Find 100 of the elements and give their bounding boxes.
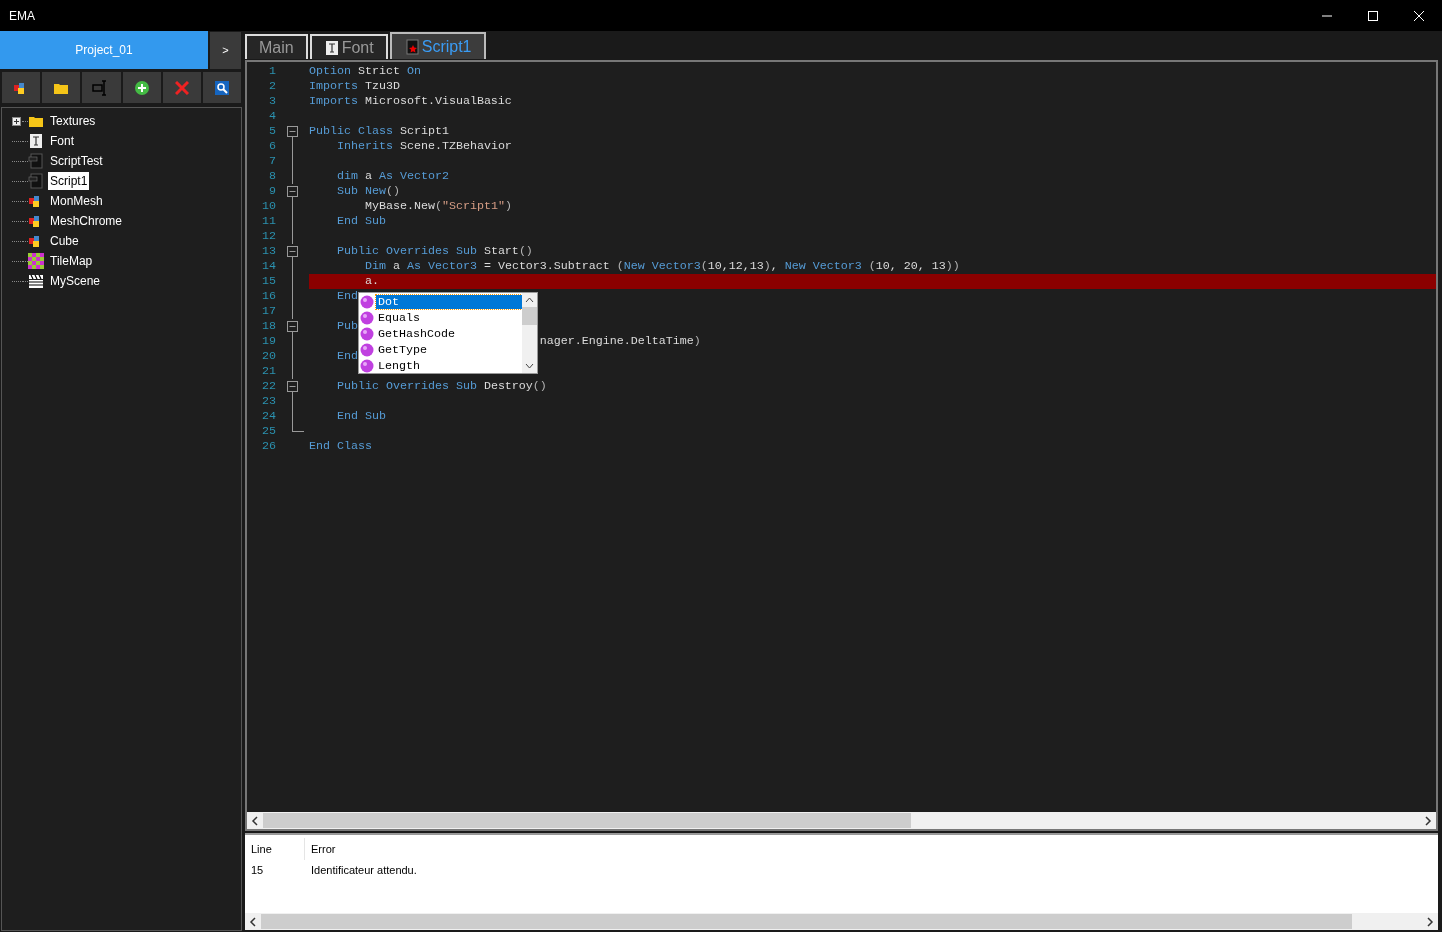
code-line: Dim a As Vector3 = Vector3.Subtract (New Vector3(10,12,13), New Vector3 (10, 20, 13)) <box>363 259 960 274</box>
tree-item[interactable]: Cube <box>48 232 81 250</box>
code-line: Public Overrides Sub Destroy() <box>335 379 547 394</box>
horizontal-scrollbar[interactable] <box>245 913 1438 930</box>
close-icon <box>1414 10 1424 21</box>
line-number: 25 <box>261 424 276 439</box>
method-icon <box>360 295 374 309</box>
window-title: EMA <box>9 7 35 25</box>
table-cell-text: 15 <box>250 862 265 878</box>
collapse-icon[interactable] <box>287 126 298 137</box>
collapse-icon[interactable] <box>287 186 298 197</box>
code-line: Sub New() <box>335 184 400 199</box>
autocomplete-item[interactable]: GetHashCode <box>376 327 522 341</box>
maximize-icon <box>1368 10 1378 21</box>
code-line: dim a As Vector2 <box>335 169 449 184</box>
delete-icon <box>174 80 189 95</box>
tree-item[interactable]: MyScene <box>48 272 103 290</box>
line-number: 15 <box>261 274 276 289</box>
editor-tab[interactable]: Font <box>309 34 388 59</box>
add-mesh-button[interactable] <box>2 72 41 103</box>
code-line: End <box>335 289 358 304</box>
scroll-right-icon[interactable] <box>1424 815 1432 826</box>
code-line: End Sub <box>335 214 386 229</box>
tree-item[interactable]: Script1 <box>48 172 90 190</box>
line-number: 7 <box>268 154 276 169</box>
tree-item[interactable]: Font <box>48 132 76 150</box>
line-number: 3 <box>268 94 276 109</box>
script-file-icon <box>403 38 420 55</box>
horizontal-scrollbar[interactable] <box>247 812 1436 829</box>
script-file-icon <box>28 173 44 189</box>
collapse-icon[interactable] <box>287 321 298 332</box>
code-line: Pub <box>335 319 358 334</box>
code-line: Imports Tzu3D <box>309 79 400 94</box>
method-icon <box>360 311 374 325</box>
checker-icon <box>28 253 44 269</box>
delete-button[interactable] <box>162 72 201 103</box>
code-line: Public Class Script1 <box>309 124 449 139</box>
autocomplete-item[interactable]: Equals <box>376 311 522 325</box>
collapse-icon[interactable] <box>287 246 298 257</box>
add-button[interactable] <box>122 72 161 103</box>
line-number: 20 <box>261 349 276 364</box>
editor-tab[interactable]: Script1 <box>389 32 486 59</box>
code-line: End Class <box>309 439 372 454</box>
code-line: Inherits Scene.TZBehavior <box>335 139 512 154</box>
code-line: MyBase.New("Script1") <box>363 199 512 214</box>
clapperboard-icon <box>28 273 44 289</box>
document-icon <box>28 133 44 149</box>
tree-item[interactable]: Textures <box>48 112 98 130</box>
line-number: 10 <box>261 199 276 214</box>
tree-item[interactable]: ScriptTest <box>48 152 105 170</box>
tree-item[interactable]: MeshChrome <box>48 212 125 230</box>
code-line: Public Overrides Sub Start() <box>335 244 533 259</box>
plus-circle-icon <box>133 79 150 96</box>
expand-icon[interactable] <box>11 116 21 126</box>
line-number: 26 <box>261 439 276 454</box>
line-number: 16 <box>261 289 276 304</box>
line-number: 22 <box>261 379 276 394</box>
line-number: 1 <box>268 64 276 79</box>
column-header[interactable]: Line <box>245 838 305 860</box>
expand-button[interactable]: > <box>210 32 241 69</box>
scrollbar-thumb[interactable] <box>522 307 537 325</box>
table-cell-text: Identificateur attendu. <box>310 862 418 878</box>
scrollbar[interactable] <box>522 293 537 373</box>
autocomplete-item[interactable]: Length <box>376 359 522 373</box>
scrollbar-thumb[interactable] <box>263 813 911 828</box>
autocomplete-item[interactable]: Dot <box>376 295 522 309</box>
folder-button[interactable] <box>42 72 81 103</box>
scroll-right-icon[interactable] <box>1426 916 1434 927</box>
line-number: 6 <box>268 139 276 154</box>
line-number: 24 <box>261 409 276 424</box>
scroll-left-icon[interactable] <box>251 815 259 826</box>
column-header[interactable]: Error <box>305 838 342 860</box>
tree-item[interactable]: TileMap <box>48 252 95 270</box>
method-icon <box>360 327 374 341</box>
line-number: 11 <box>261 214 276 229</box>
search-button[interactable] <box>202 72 242 103</box>
line-number: 18 <box>261 319 276 334</box>
scrollbar-thumb[interactable] <box>261 914 1352 929</box>
line-number: 12 <box>261 229 276 244</box>
collapse-icon[interactable] <box>287 381 298 392</box>
line-number: 9 <box>268 184 276 199</box>
code-line: End Sub <box>335 409 386 424</box>
search-icon <box>214 80 229 95</box>
method-icon <box>360 359 374 373</box>
tree-item[interactable]: MonMesh <box>48 192 105 210</box>
code-line: End <box>335 349 358 364</box>
line-number: 4 <box>268 109 276 124</box>
line-number: 19 <box>261 334 276 349</box>
code-line: nager.Engine.DeltaTime) <box>538 334 701 349</box>
code-line: Imports Microsoft.VisualBasic <box>309 94 512 109</box>
line-number: 21 <box>261 364 276 379</box>
autocomplete-item[interactable]: GetType <box>376 343 522 357</box>
editor-tab[interactable]: Main <box>245 34 308 59</box>
document-icon <box>323 39 340 56</box>
method-icon <box>360 343 374 357</box>
line-number: 8 <box>268 169 276 184</box>
script-file-icon <box>28 153 44 169</box>
line-number: 13 <box>261 244 276 259</box>
code-editor[interactable] <box>245 60 1438 831</box>
scroll-left-icon[interactable] <box>249 916 257 927</box>
